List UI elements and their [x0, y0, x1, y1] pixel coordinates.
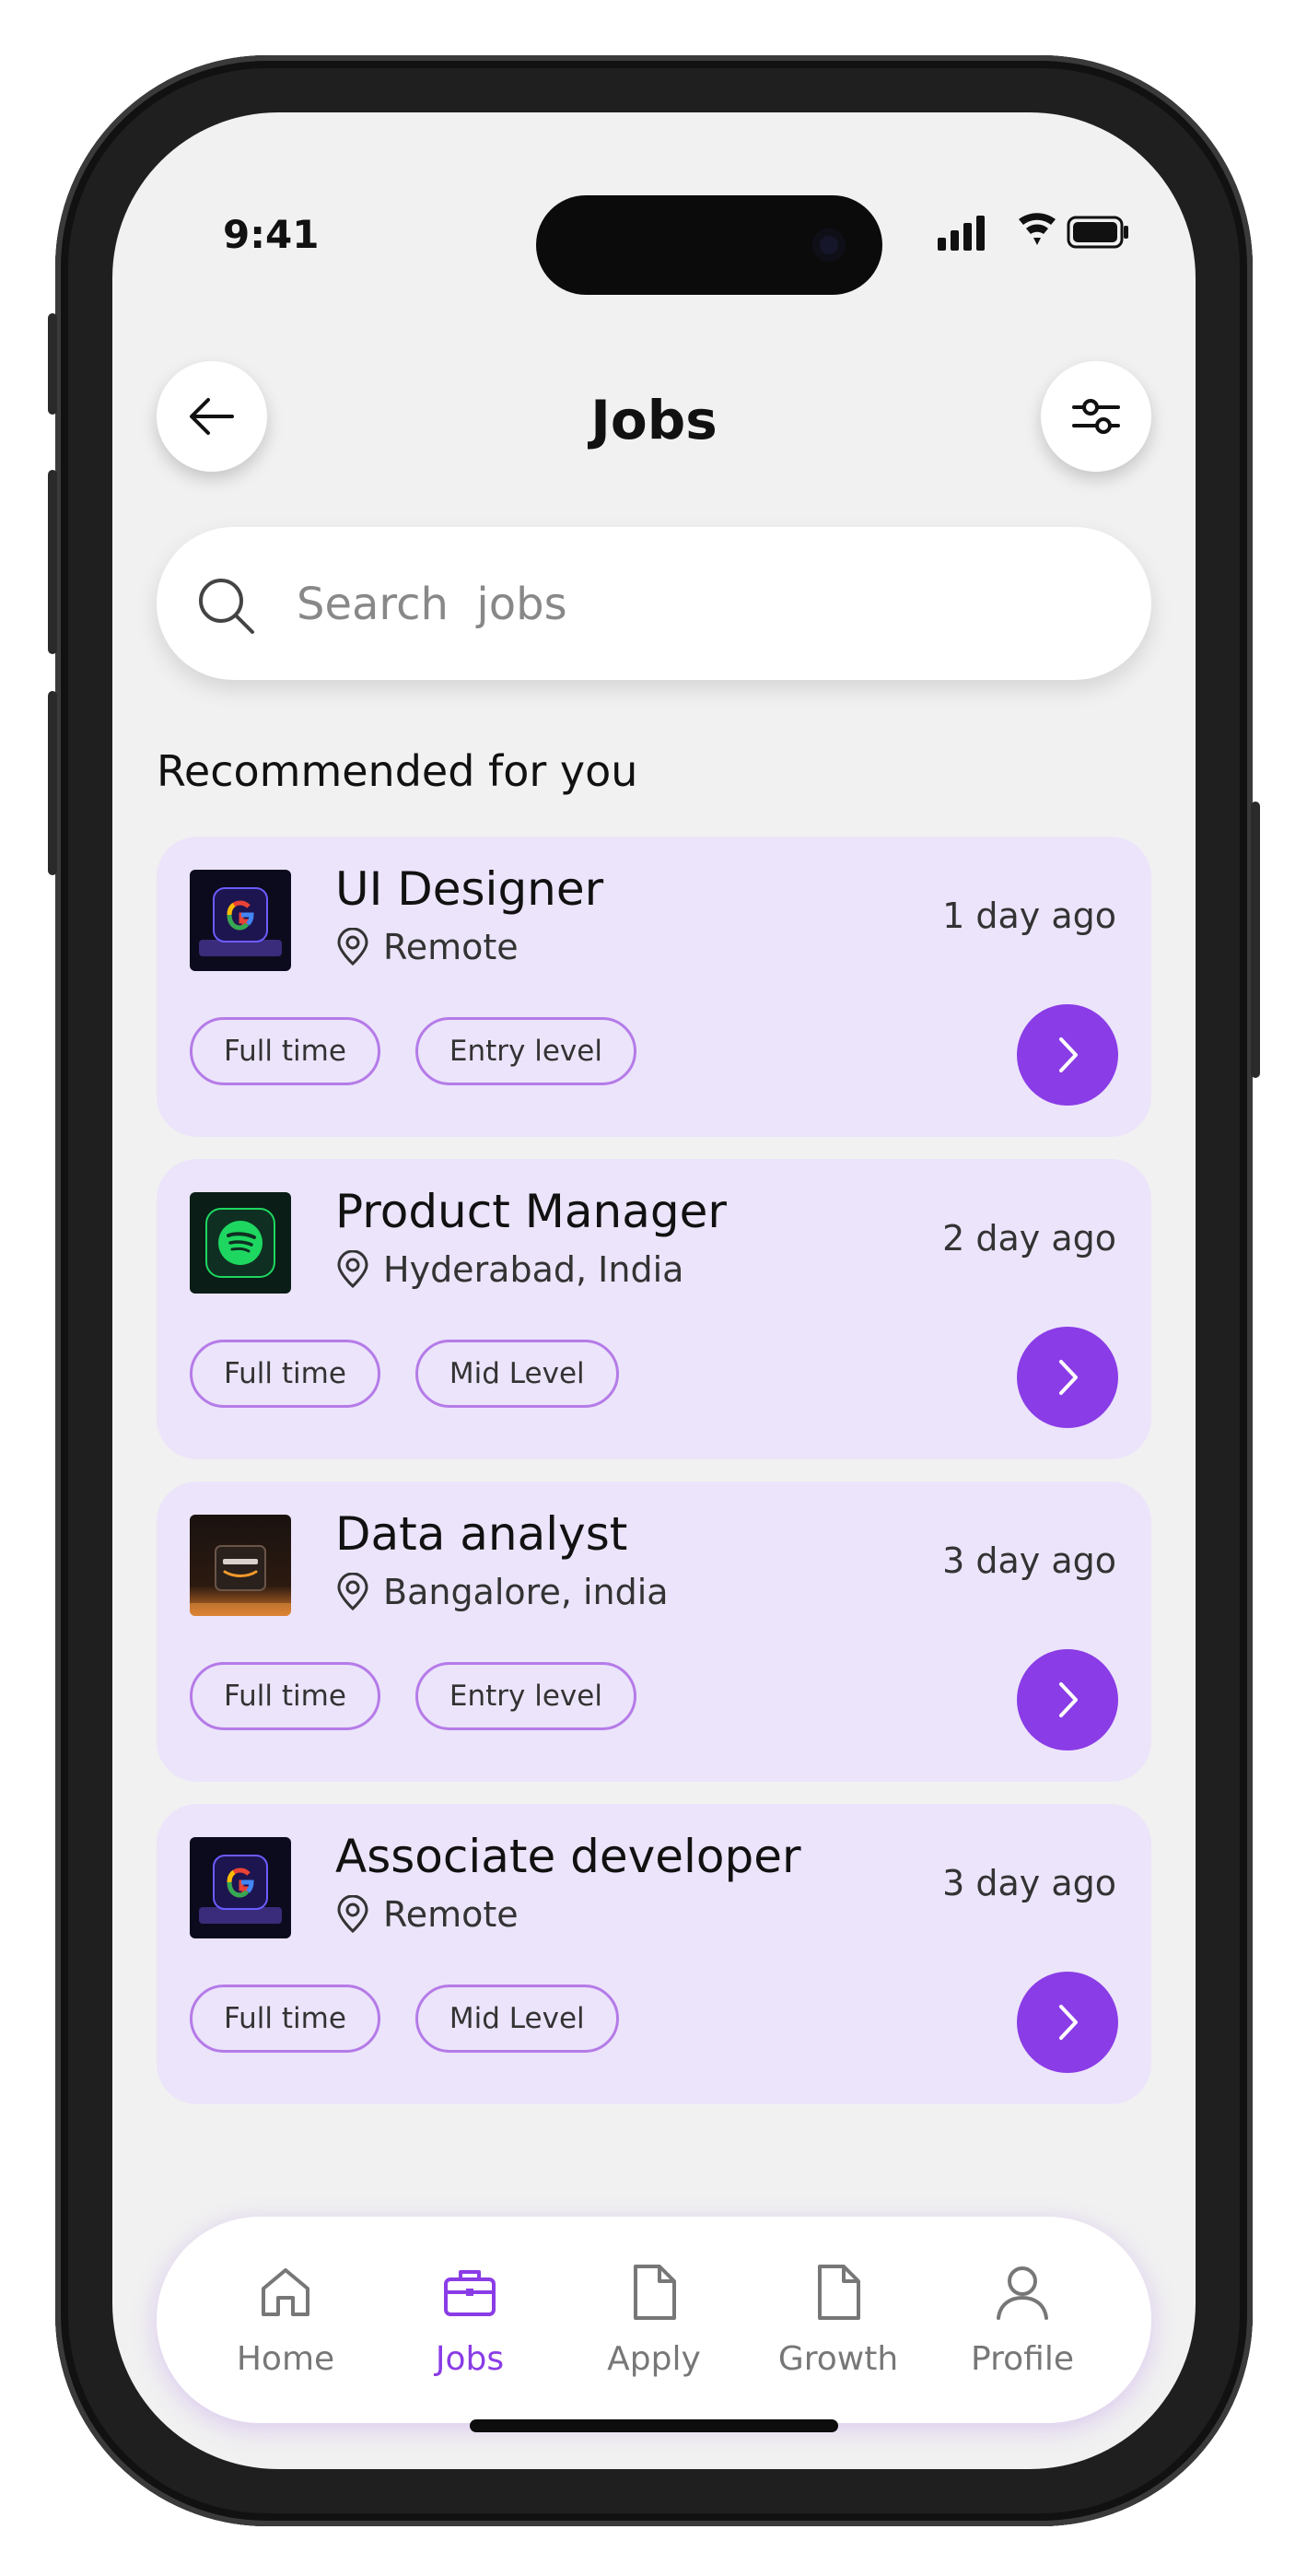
- nav-item-apply[interactable]: Apply: [576, 2263, 732, 2378]
- search-bar[interactable]: [157, 527, 1151, 680]
- job-type-tag: Full time: [190, 1017, 380, 1085]
- chevron-right-icon: [1059, 1037, 1078, 1072]
- search-input[interactable]: [295, 564, 1109, 645]
- nav-label: Home: [236, 2339, 335, 2378]
- company-logo-spotify: [190, 1192, 291, 1294]
- status-time: 9:41: [223, 212, 320, 257]
- action-button: [48, 313, 57, 415]
- open-job-button[interactable]: [1017, 1004, 1118, 1106]
- job-list: UI Designer Remote 1 day ago Full time E…: [157, 837, 1151, 2126]
- nav-label: Growth: [777, 2339, 899, 2378]
- sliders-icon: [1072, 399, 1120, 434]
- job-posted-time: 2 day ago: [942, 1218, 1116, 1259]
- job-posted-time: 1 day ago: [942, 896, 1116, 936]
- job-location: Remote: [335, 925, 519, 969]
- chevron-right-icon: [1059, 1682, 1078, 1717]
- job-card[interactable]: Data analyst Bangalore, india 3 day ago …: [157, 1481, 1151, 1782]
- filter-button[interactable]: [1041, 361, 1151, 472]
- job-type-tag: Full time: [190, 1340, 380, 1408]
- job-level-tag: Entry level: [414, 1662, 636, 1730]
- volume-up-button: [48, 470, 57, 654]
- open-job-button[interactable]: [1017, 1649, 1118, 1751]
- nav-item-jobs[interactable]: Jobs: [391, 2263, 548, 2378]
- job-location-text: Remote: [383, 927, 519, 967]
- company-logo-google: [190, 1837, 291, 1938]
- job-card[interactable]: Associate developer Remote 3 day ago Ful…: [157, 1804, 1151, 2104]
- volume-down-button: [48, 691, 57, 875]
- job-tags: Full time Mid Level: [190, 1985, 619, 2053]
- open-job-button[interactable]: [1017, 1972, 1118, 2073]
- location-pin-icon: [337, 1573, 368, 1611]
- dynamic-island: [536, 195, 882, 295]
- job-location-text: Bangalore, india: [383, 1572, 669, 1612]
- job-location: Bangalore, india: [335, 1570, 669, 1614]
- job-posted-time: 3 day ago: [942, 1540, 1116, 1581]
- search-icon: [199, 579, 254, 634]
- job-location-text: Remote: [383, 1894, 519, 1935]
- job-title: Product Manager: [335, 1185, 727, 1238]
- document-icon: [818, 2264, 860, 2320]
- nav-item-profile[interactable]: Profile: [944, 2263, 1101, 2378]
- camera-icon: [812, 228, 846, 262]
- nav-label: Apply: [607, 2339, 701, 2378]
- location-pin-icon: [337, 928, 368, 966]
- open-job-button[interactable]: [1017, 1327, 1118, 1428]
- user-icon: [997, 2266, 1048, 2320]
- job-type-tag: Full time: [190, 1985, 380, 2053]
- page-title: Jobs: [590, 389, 718, 451]
- job-posted-time: 3 day ago: [942, 1863, 1116, 1903]
- job-card[interactable]: Product Manager Hyderabad, India 2 day a…: [157, 1159, 1151, 1459]
- battery-icon: [1067, 216, 1128, 249]
- location-pin-icon: [337, 1250, 368, 1289]
- wifi-icon: [1019, 213, 1056, 245]
- cellular-signal-icon: [938, 216, 985, 251]
- company-logo-amazon: [190, 1515, 291, 1616]
- home-indicator[interactable]: [470, 2419, 838, 2432]
- location-pin-icon: [337, 1895, 368, 1934]
- section-title: Recommended for you: [157, 746, 638, 796]
- app-screen: 9:41 Jobs Search jobs Recommended for yo…: [112, 112, 1196, 2469]
- job-card[interactable]: UI Designer Remote 1 day ago Full time E…: [157, 837, 1151, 1137]
- job-level-tag: Mid Level: [414, 1340, 619, 1408]
- document-icon: [634, 2264, 676, 2320]
- status-icons: [938, 212, 1131, 252]
- job-level-tag: Entry level: [414, 1017, 636, 1085]
- job-tags: Full time Entry level: [190, 1662, 636, 1730]
- nav-label: Profile: [971, 2339, 1074, 2378]
- chevron-right-icon: [1059, 2005, 1078, 2040]
- job-location-text: Hyderabad, India: [383, 1249, 684, 1290]
- job-tags: Full time Entry level: [190, 1017, 636, 1085]
- nav-item-growth[interactable]: Growth: [760, 2263, 916, 2378]
- job-location: Hyderabad, India: [335, 1247, 683, 1292]
- home-icon: [262, 2267, 309, 2316]
- job-title: Data analyst: [335, 1507, 628, 1561]
- briefcase-icon: [444, 2269, 496, 2316]
- job-location: Remote: [335, 1892, 519, 1937]
- job-level-tag: Mid Level: [414, 1985, 619, 2053]
- company-logo-google: [190, 870, 291, 971]
- job-tags: Full time Mid Level: [190, 1340, 619, 1408]
- job-title: UI Designer: [335, 862, 604, 916]
- bottom-nav: Home Jobs Apply Growth Profile: [157, 2217, 1151, 2423]
- phone-frame: 9:41 Jobs Search jobs Recommended for yo…: [48, 55, 1260, 2526]
- nav-item-home[interactable]: Home: [207, 2263, 364, 2378]
- power-button: [1251, 802, 1260, 1078]
- job-type-tag: Full time: [190, 1662, 380, 1730]
- nav-label: Jobs: [435, 2339, 505, 2378]
- chevron-right-icon: [1059, 1360, 1078, 1395]
- job-title: Associate developer: [335, 1830, 801, 1883]
